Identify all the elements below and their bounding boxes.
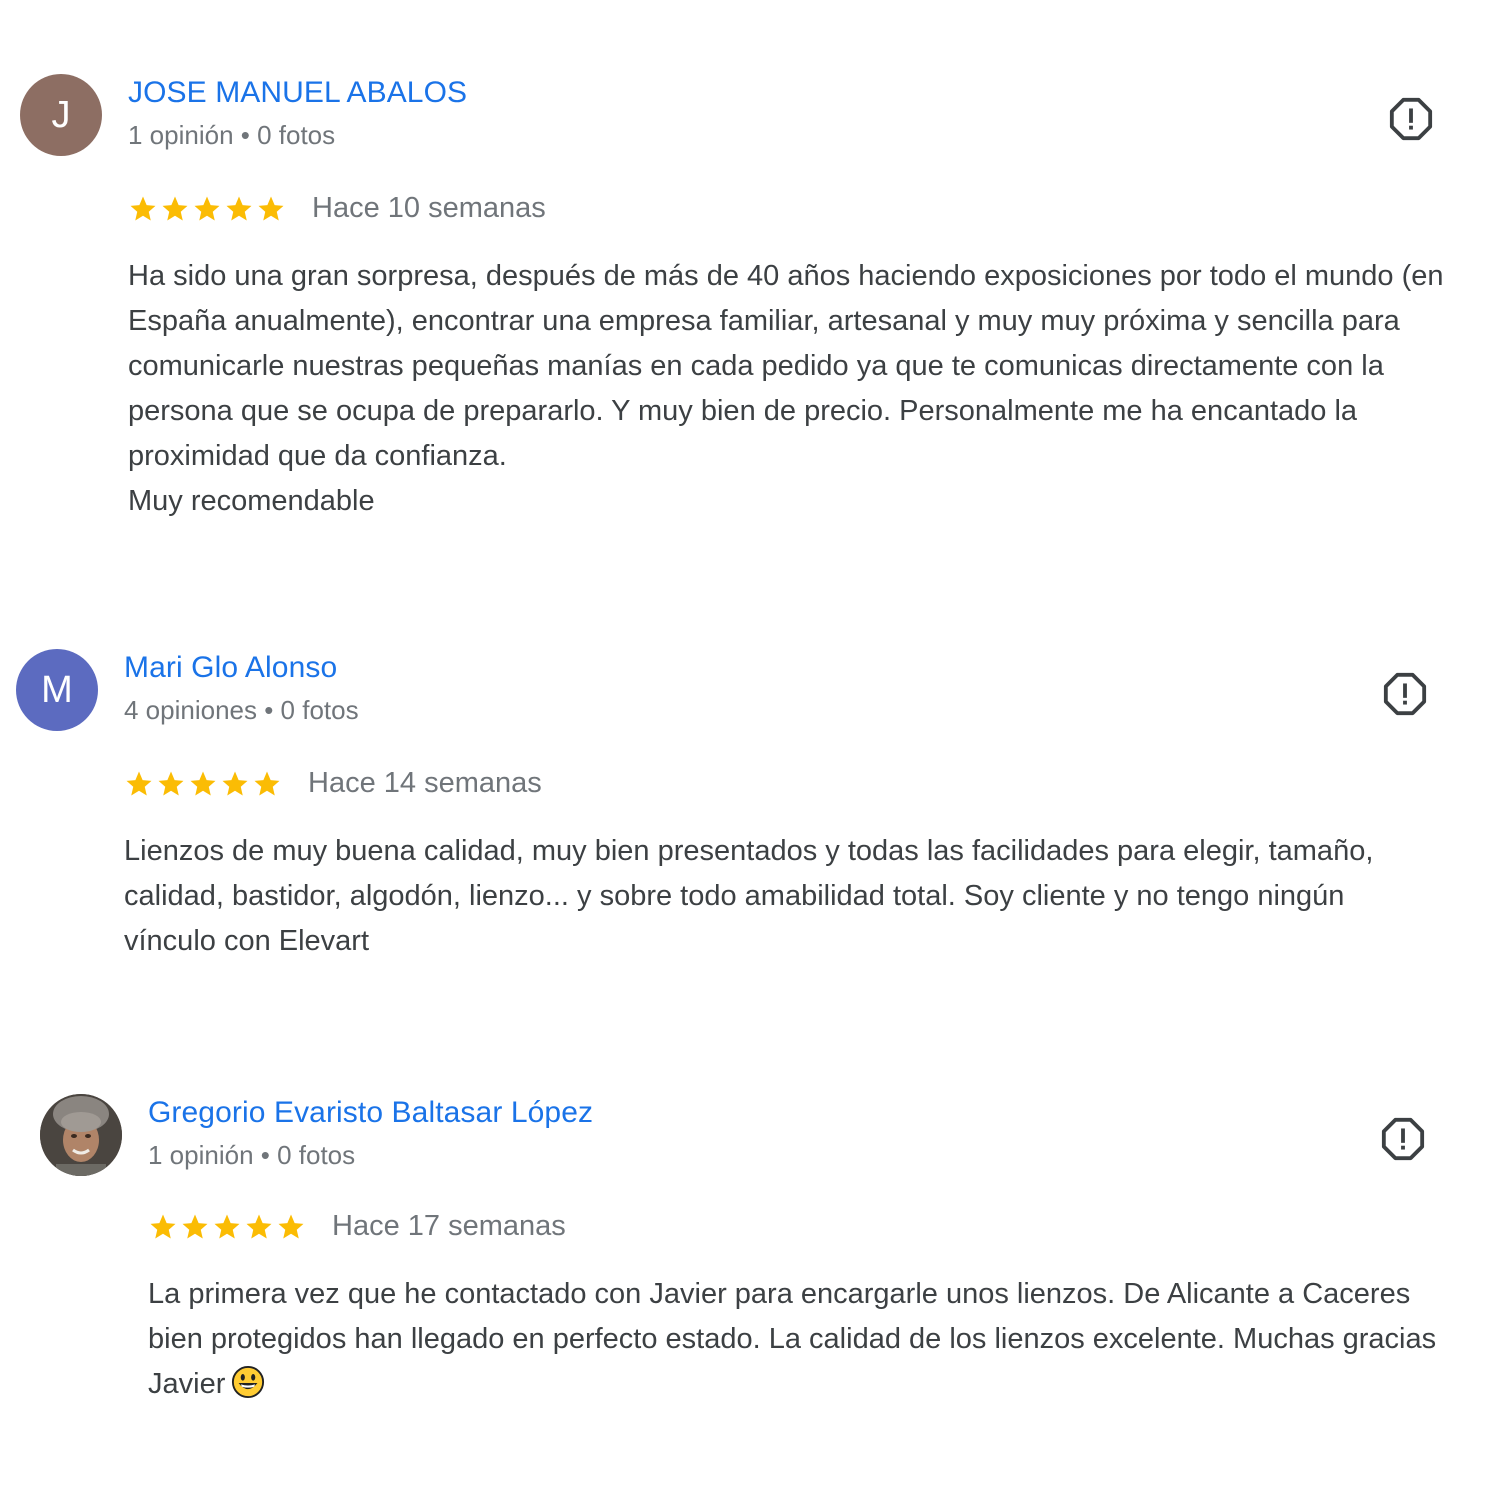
avatar[interactable]	[40, 1094, 122, 1176]
profile-photo	[40, 1094, 122, 1176]
report-icon[interactable]	[1382, 671, 1428, 717]
review-paragraph: Muy recomendable	[128, 485, 375, 517]
star-icon	[194, 196, 220, 220]
review-paragraph: Lienzos de muy buena calidad, muy bien p…	[124, 835, 1374, 957]
reviewer-name[interactable]: JOSE MANUEL ABALOS	[128, 76, 467, 110]
rating-row: Hace 17 semanas	[148, 1210, 566, 1243]
star-icon	[226, 196, 252, 220]
star-rating	[128, 194, 286, 224]
star-icon	[190, 771, 216, 795]
report-icon[interactable]	[1388, 96, 1434, 142]
avatar[interactable]: J	[20, 74, 102, 156]
avatar-letter: M	[41, 668, 73, 711]
star-icon	[126, 771, 152, 795]
review-text: La primera vez que he contactado con Jav…	[148, 1272, 1458, 1407]
rating-row: Hace 10 semanas	[128, 192, 546, 225]
review-text: Ha sido una gran sorpresa, después de má…	[128, 254, 1448, 524]
star-icon	[162, 196, 188, 220]
star-icon	[150, 1214, 176, 1238]
avatar-letter: J	[51, 93, 71, 136]
review-paragraph: La primera vez que he contactado con Jav…	[148, 1272, 1458, 1407]
reviewer-meta: 1 opinión • 0 fotos	[148, 1140, 356, 1170]
report-icon[interactable]	[1380, 1116, 1426, 1162]
star-rating	[148, 1212, 306, 1242]
grinning-face-icon	[232, 1365, 265, 1399]
review-date: Hace 14 semanas	[308, 767, 542, 799]
star-rating	[124, 769, 282, 799]
review-paragraph-text: La primera vez que he contactado con Jav…	[148, 1278, 1437, 1400]
reviewer-name[interactable]: Gregorio Evaristo Baltasar López	[148, 1096, 593, 1130]
star-icon	[222, 771, 248, 795]
review-text: Lienzos de muy buena calidad, muy bien p…	[124, 829, 1434, 964]
reviewer-meta: 1 opinión • 0 fotos	[128, 120, 336, 150]
avatar[interactable]: M	[16, 649, 98, 731]
star-icon	[130, 196, 156, 220]
star-icon	[214, 1214, 240, 1238]
star-icon	[158, 771, 184, 795]
rating-row: Hace 14 semanas	[124, 767, 542, 800]
review-date: Hace 17 semanas	[332, 1210, 566, 1242]
star-icon	[258, 196, 284, 220]
star-icon	[246, 1214, 272, 1238]
star-icon	[278, 1214, 304, 1238]
review-date: Hace 10 semanas	[312, 192, 546, 224]
star-icon	[254, 771, 280, 795]
review-paragraph: Ha sido una gran sorpresa, después de má…	[128, 260, 1444, 472]
star-icon	[182, 1214, 208, 1238]
reviewer-meta: 4 opiniones • 0 fotos	[124, 695, 359, 725]
reviewer-name[interactable]: Mari Glo Alonso	[124, 651, 337, 685]
